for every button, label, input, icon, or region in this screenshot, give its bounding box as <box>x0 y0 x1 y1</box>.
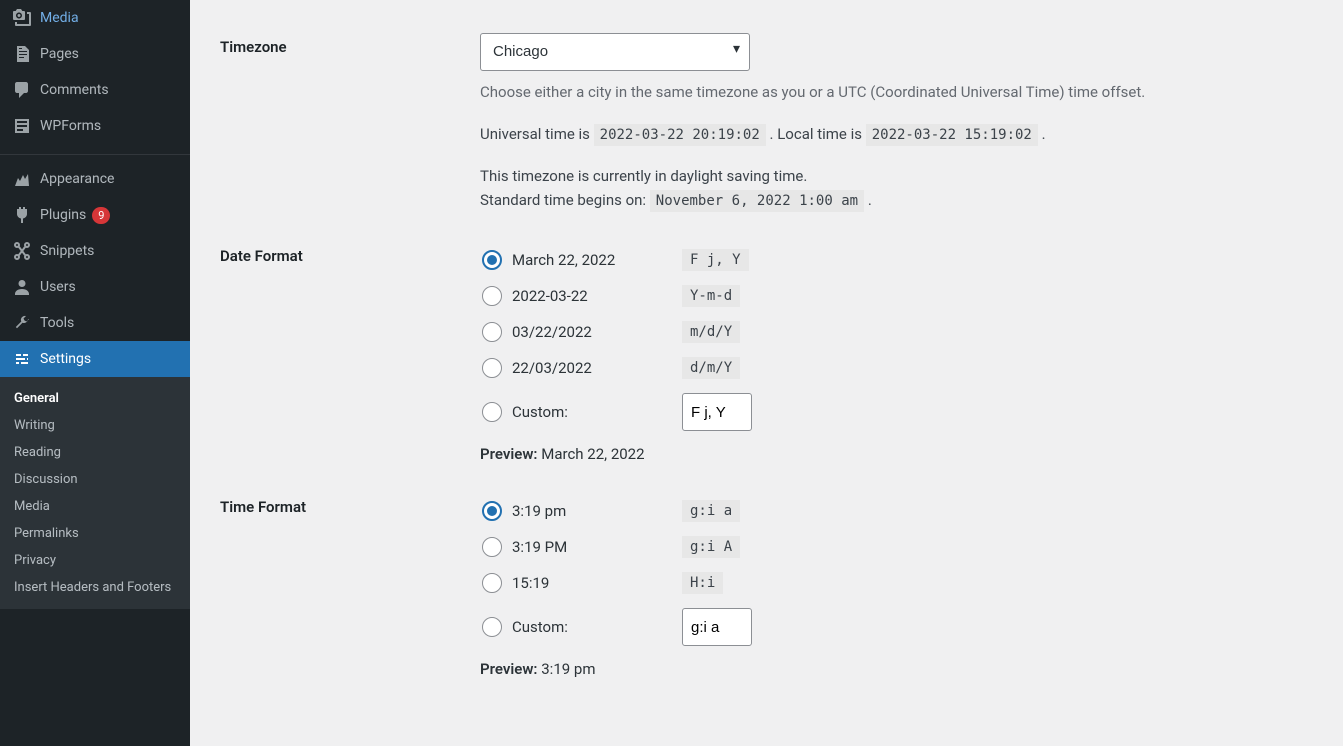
date-format-radio[interactable] <box>482 286 502 306</box>
sidebar-item-snippets[interactable]: Snippets <box>0 233 190 269</box>
date-format-code: d/m/Y <box>682 357 740 379</box>
plugins-update-badge: 9 <box>92 207 110 224</box>
settings-icon <box>12 349 32 369</box>
appearance-icon <box>12 169 32 189</box>
time-format-radio[interactable] <box>482 573 502 593</box>
sidebar-item-label: Media <box>40 10 79 26</box>
pages-icon <box>12 44 32 64</box>
date-format-code: Y-m-d <box>682 285 740 307</box>
time-format-code: H:i <box>682 572 723 594</box>
submenu-general[interactable]: General <box>0 385 190 412</box>
time-format-option-custom: Custom: <box>480 608 1303 646</box>
time-format-label: Time Format <box>220 478 480 693</box>
time-format-radio-custom[interactable] <box>482 617 502 637</box>
settings-content: Timezone Chicago Choose either a city in… <box>190 0 1343 746</box>
time-format-radio[interactable] <box>482 501 502 521</box>
date-format-radio[interactable] <box>482 322 502 342</box>
date-format-option: 2022-03-22 Y-m-d <box>480 285 1303 307</box>
time-format-preview: Preview: 3:19 pm <box>480 660 1303 678</box>
sidebar-item-label: WPForms <box>40 118 101 134</box>
admin-sidebar: Media Pages Comments WPForms Appearance … <box>0 0 190 746</box>
standard-time-value: November 6, 2022 1:00 am <box>650 190 864 212</box>
media-icon <box>12 8 32 28</box>
date-format-radio[interactable] <box>482 358 502 378</box>
time-format-custom-input[interactable] <box>682 608 752 646</box>
sidebar-item-label: Tools <box>40 315 74 331</box>
snippets-icon <box>12 241 32 261</box>
sidebar-item-label: Appearance <box>40 171 114 187</box>
date-format-option-custom: Custom: <box>480 393 1303 431</box>
time-format-option: 15:19 H:i <box>480 572 1303 594</box>
sidebar-item-media[interactable]: Media <box>0 0 190 36</box>
submenu-reading[interactable]: Reading <box>0 439 190 466</box>
time-format-option: 3:19 pm g:i a <box>480 500 1303 522</box>
timezone-select[interactable]: Chicago <box>480 33 750 71</box>
timezone-times: Universal time is 2022-03-22 20:19:02 . … <box>480 122 1303 146</box>
date-format-preview: Preview: March 22, 2022 <box>480 445 1303 463</box>
sidebar-item-wpforms[interactable]: WPForms <box>0 108 190 144</box>
sidebar-item-label: Plugins <box>40 207 86 223</box>
sidebar-item-appearance[interactable]: Appearance <box>0 161 190 197</box>
date-format-option: 22/03/2022 d/m/Y <box>480 357 1303 379</box>
sidebar-item-comments[interactable]: Comments <box>0 72 190 108</box>
sidebar-item-pages[interactable]: Pages <box>0 36 190 72</box>
menu-separator <box>0 150 190 155</box>
users-icon <box>12 277 32 297</box>
time-format-option: 3:19 PM g:i A <box>480 536 1303 558</box>
local-time-value: 2022-03-22 15:19:02 <box>866 124 1038 146</box>
date-format-code: m/d/Y <box>682 321 740 343</box>
date-format-code: F j, Y <box>682 249 749 271</box>
sidebar-item-settings[interactable]: Settings <box>0 341 190 377</box>
submenu-insert-headers-footers[interactable]: Insert Headers and Footers <box>0 574 190 601</box>
comments-icon <box>12 80 32 100</box>
date-format-option: 03/22/2022 m/d/Y <box>480 321 1303 343</box>
time-format-code: g:i a <box>682 500 740 522</box>
universal-time-value: 2022-03-22 20:19:02 <box>594 124 766 146</box>
sidebar-item-label: Settings <box>40 351 91 367</box>
timezone-label: Timezone <box>220 18 480 227</box>
sidebar-item-label: Comments <box>40 82 109 98</box>
sidebar-item-users[interactable]: Users <box>0 269 190 305</box>
submenu-discussion[interactable]: Discussion <box>0 466 190 493</box>
date-format-custom-input[interactable] <box>682 393 752 431</box>
timezone-dst-info: This timezone is currently in daylight s… <box>480 164 1303 212</box>
submenu-permalinks[interactable]: Permalinks <box>0 520 190 547</box>
date-format-option: March 22, 2022 F j, Y <box>480 249 1303 271</box>
sidebar-item-tools[interactable]: Tools <box>0 305 190 341</box>
sidebar-item-plugins[interactable]: Plugins 9 <box>0 197 190 233</box>
wpforms-icon <box>12 116 32 136</box>
timezone-description: Choose either a city in the same timezon… <box>480 81 1303 104</box>
date-format-label: Date Format <box>220 227 480 478</box>
settings-submenu: General Writing Reading Discussion Media… <box>0 377 190 609</box>
submenu-privacy[interactable]: Privacy <box>0 547 190 574</box>
time-format-code: g:i A <box>682 536 740 558</box>
submenu-writing[interactable]: Writing <box>0 412 190 439</box>
sidebar-item-label: Snippets <box>40 243 94 259</box>
sidebar-item-label: Users <box>40 279 76 295</box>
plugins-icon <box>12 205 32 225</box>
tools-icon <box>12 313 32 333</box>
time-format-radio[interactable] <box>482 537 502 557</box>
date-format-radio-custom[interactable] <box>482 402 502 422</box>
submenu-media[interactable]: Media <box>0 493 190 520</box>
sidebar-item-label: Pages <box>40 46 79 62</box>
date-format-radio[interactable] <box>482 250 502 270</box>
